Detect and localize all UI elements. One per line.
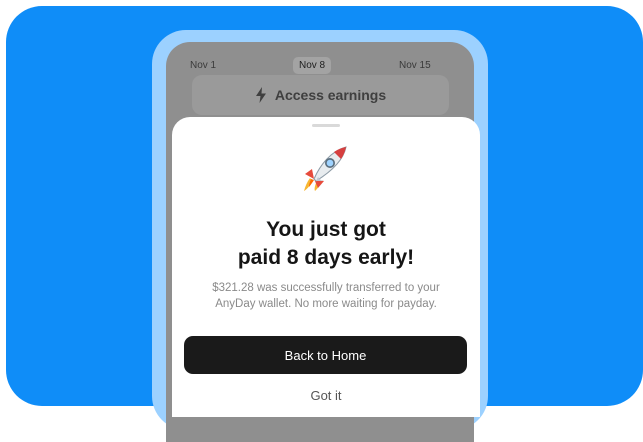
access-earnings-label: Access earnings	[274, 87, 387, 103]
date-tab-nov-15[interactable]: Nov 15	[399, 60, 431, 71]
lightning-bolt-icon	[255, 87, 266, 103]
success-description-line-1: $321.28 was successfully transferred to …	[212, 282, 440, 294]
success-description-line-2: AnyDay wallet. No more waiting for payda…	[215, 298, 437, 310]
date-tab-nov-8-selected[interactable]: Nov 8	[293, 57, 332, 74]
got-it-button[interactable]: Got it	[276, 385, 376, 407]
rocket-icon	[304, 146, 347, 191]
access-earnings-button[interactable]: Access earnings	[192, 75, 449, 115]
sheet-drag-handle[interactable]	[312, 124, 340, 127]
date-tab-nov-1[interactable]: Nov 1	[190, 60, 216, 71]
date-selector: Nov 1 Nov 8 Nov 15	[166, 54, 474, 76]
back-to-home-button[interactable]: Back to Home	[184, 336, 467, 374]
payment-success-sheet: You just got paid 8 days early! $321.28 …	[172, 117, 480, 417]
success-headline-line-2: paid 8 days early!	[237, 246, 415, 269]
back-to-home-label: Back to Home	[284, 347, 367, 363]
success-headline-line-1: You just got	[266, 218, 386, 241]
